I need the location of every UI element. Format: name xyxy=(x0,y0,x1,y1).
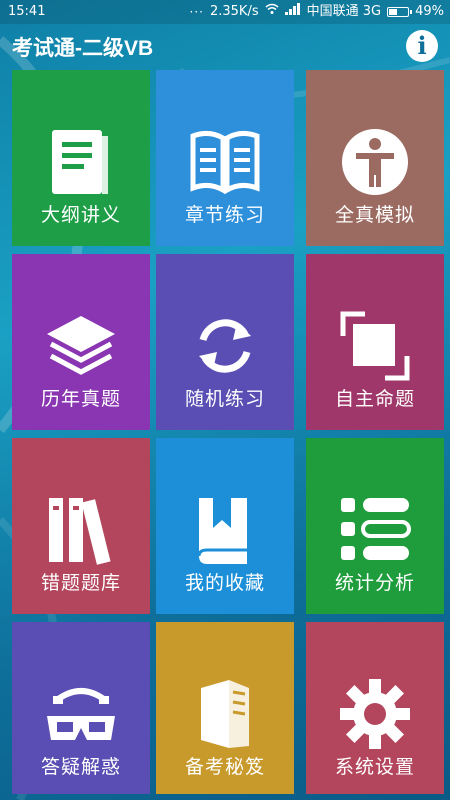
app-bar: 考试通-二级VB i xyxy=(0,24,450,68)
network-speed: 2.35K/s xyxy=(209,4,259,19)
tile-gear[interactable]: 系统设置 xyxy=(306,622,444,794)
app-title: 考试通-二级VB xyxy=(12,37,154,60)
tile-label: 历年真题 xyxy=(40,388,121,410)
person-circle-icon xyxy=(306,122,444,202)
binders-icon xyxy=(12,490,150,570)
tile-open-folio[interactable]: 备考秘笈 xyxy=(156,622,294,794)
battery-percent: 49% xyxy=(415,4,444,19)
battery-icon xyxy=(387,7,413,17)
tile-open-book[interactable]: 章节练习 xyxy=(156,70,294,246)
info-button[interactable]: i xyxy=(406,30,438,62)
layers-icon xyxy=(12,306,150,386)
tile-refresh[interactable]: 随机练习 xyxy=(156,254,294,430)
tile-glasses-phone[interactable]: 答疑解惑 xyxy=(12,622,150,794)
tile-crop-square[interactable]: 自主命题 xyxy=(306,254,444,430)
bookmark-book-icon xyxy=(156,490,294,570)
tile-label: 全真模拟 xyxy=(334,204,415,226)
refresh-icon xyxy=(156,306,294,386)
tile-label: 系统设置 xyxy=(334,756,415,778)
tile-binders[interactable]: 错题题库 xyxy=(12,438,150,614)
status-dots: ··· xyxy=(189,5,204,19)
tile-person-circle[interactable]: 全真模拟 xyxy=(306,70,444,246)
tile-label: 章节练习 xyxy=(184,204,265,226)
tile-list[interactable]: 统计分析 xyxy=(306,438,444,614)
gear-icon xyxy=(306,674,444,754)
crop-square-icon xyxy=(306,306,444,386)
tile-bookmark-book[interactable]: 我的收藏 xyxy=(156,438,294,614)
tile-label: 备考秘笈 xyxy=(184,756,265,778)
open-book-icon xyxy=(156,122,294,202)
info-icon: i xyxy=(417,31,427,60)
tile-label: 自主命题 xyxy=(334,388,415,410)
tile-layers[interactable]: 历年真题 xyxy=(12,254,150,430)
glasses-phone-icon xyxy=(12,674,150,754)
list-icon xyxy=(306,490,444,570)
tile-notebook[interactable]: 大纲讲义 xyxy=(12,70,150,246)
wifi-icon xyxy=(265,0,279,24)
notebook-icon xyxy=(12,122,150,202)
tile-label: 大纲讲义 xyxy=(40,204,121,226)
tile-label: 错题题库 xyxy=(40,572,121,594)
open-folio-icon xyxy=(156,674,294,754)
tile-label: 我的收藏 xyxy=(184,572,265,594)
tile-label: 答疑解惑 xyxy=(40,756,121,778)
carrier-label: 中国联通 3G xyxy=(306,4,382,19)
status-time: 15:41 xyxy=(8,4,46,19)
tile-label: 统计分析 xyxy=(334,572,415,594)
signal-icon xyxy=(284,0,301,24)
tile-label: 随机练习 xyxy=(184,388,265,410)
status-bar: 15:41 ··· 2.35K/s 中国联通 3G 49% xyxy=(0,0,450,24)
